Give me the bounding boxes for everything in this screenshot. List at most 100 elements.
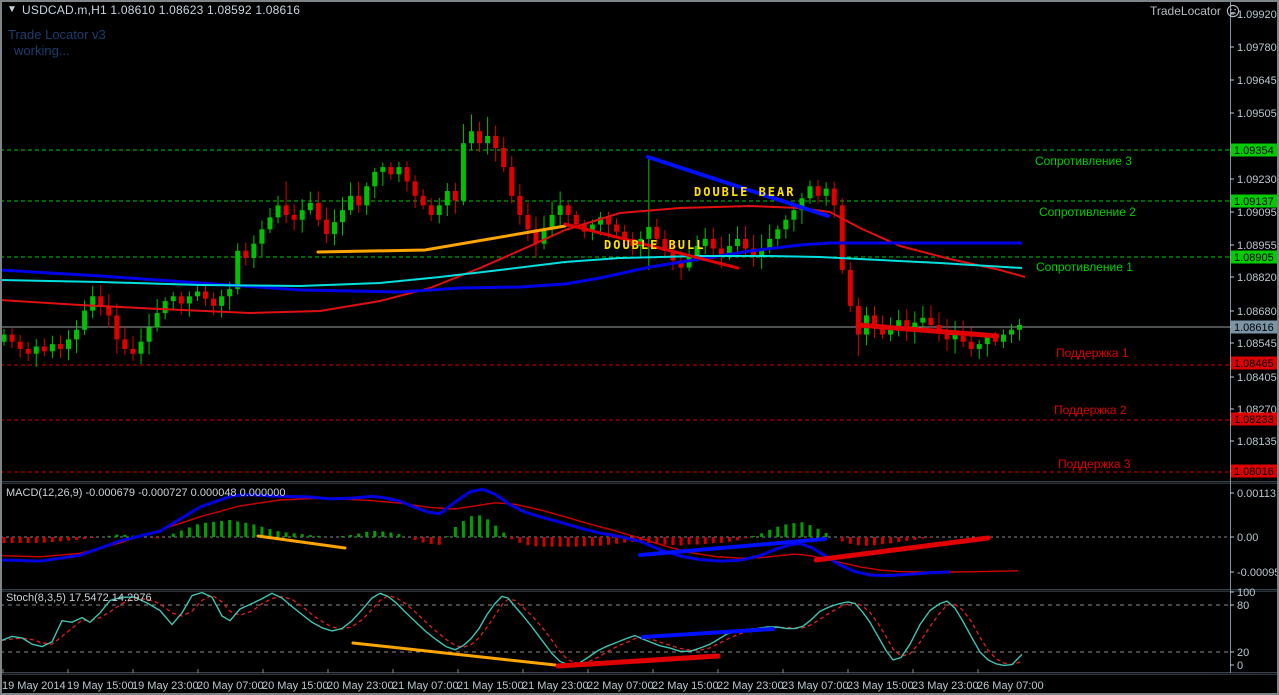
chart-title: USDCAD.m,H1 1.08610 1.08623 1.08592 1.08… (22, 3, 301, 17)
macd-histogram-bar (212, 521, 216, 537)
macd-main-line (1, 487, 951, 577)
price-tick-label: 1.08545 (1237, 338, 1277, 350)
candle-body (348, 195, 354, 211)
candle-body (444, 191, 450, 206)
macd-histogram-bar (663, 537, 667, 545)
double-bull-label: DOUBLE BULL (604, 238, 706, 252)
candle-body (331, 222, 337, 235)
macd-histogram-bar (228, 520, 232, 537)
candle-body (299, 210, 305, 220)
candle-body (170, 296, 176, 302)
macd-histogram-bar (341, 535, 345, 537)
candle-body (203, 291, 208, 299)
time-tick-label[interactable]: 23 May 15:00 (847, 680, 914, 692)
macd-histogram-bar (413, 537, 417, 541)
candle-body (114, 315, 120, 340)
macd-histogram-bar (792, 523, 796, 537)
candle-body (275, 205, 281, 218)
macd-histogram-bar (292, 533, 296, 537)
price-tick-label: 1.09920 (1237, 9, 1277, 21)
candle-body (823, 188, 829, 196)
macd-histogram-bar (695, 537, 699, 545)
macd-histogram-bar (518, 537, 522, 543)
stoch-trendline[interactable] (641, 627, 775, 639)
candle-body (468, 131, 474, 144)
macd-histogram-bar (856, 537, 860, 546)
macd-histogram-bar (445, 536, 449, 537)
time-tick-label[interactable]: 19 May 2014 (2, 680, 66, 692)
macd-trendline[interactable] (256, 534, 347, 550)
double-bear-label: DOUBLE BEAR (694, 185, 796, 199)
macd-histogram-bar (236, 521, 240, 537)
price-tick-label: 1.08955 (1237, 240, 1277, 252)
time-tick-label[interactable]: 26 May 07:00 (977, 680, 1044, 692)
candle-body (323, 219, 329, 235)
macd-histogram-bar (816, 528, 820, 537)
macd-histogram-bar (574, 537, 578, 547)
candle-body (340, 210, 346, 223)
macd-histogram-bar (494, 525, 498, 537)
macd-histogram-bar (872, 537, 876, 546)
macd-histogram-bar (929, 537, 933, 538)
time-tick-label[interactable]: 22 May 15:00 (652, 680, 719, 692)
macd-histogram-bar (421, 537, 425, 543)
candle-body (283, 205, 289, 215)
macd-histogram-bar (155, 537, 159, 539)
chart-menu-triangle-icon[interactable]: ▼ (7, 4, 17, 15)
time-tick-label[interactable]: 21 May 15:00 (457, 680, 524, 692)
time-tick-label[interactable]: 19 May 23:00 (132, 680, 199, 692)
time-tick-label[interactable]: 23 May 23:00 (912, 680, 979, 692)
candle-body (65, 339, 71, 349)
macd-histogram-bar (171, 533, 175, 537)
time-tick-label[interactable]: 21 May 07:00 (392, 680, 459, 692)
macd-histogram-bar (864, 537, 868, 546)
brand-label: TradeLocator (1150, 4, 1221, 18)
macd-histogram-bar (26, 537, 30, 543)
macd-histogram-bar (42, 537, 46, 543)
stoch-trendline[interactable] (351, 641, 557, 667)
macd-histogram-bar (719, 537, 723, 543)
macd-histogram-bar (889, 537, 893, 544)
candle-body (41, 346, 47, 352)
price-tick-label: 1.09645 (1237, 75, 1277, 87)
time-tick-label[interactable]: 19 May 15:00 (67, 680, 134, 692)
candle-body (49, 344, 55, 352)
macd-histogram-bar (848, 537, 852, 544)
macd-indicator-label: MACD(12,26,9) -0.000679 -0.000727 0.0000… (6, 487, 286, 499)
candle-body (565, 205, 571, 215)
macd-histogram-bar (284, 532, 288, 537)
time-tick-label[interactable]: 21 May 23:00 (522, 680, 589, 692)
time-tick-label[interactable]: 23 May 07:00 (782, 680, 849, 692)
macd-histogram-bar (768, 529, 772, 537)
candle-body (211, 298, 217, 306)
price-tick-label: 1.09230 (1237, 174, 1277, 186)
time-tick-label[interactable]: 22 May 07:00 (587, 680, 654, 692)
price-tick-label: 1.09095 (1237, 207, 1277, 219)
time-tick-label[interactable]: 20 May 07:00 (197, 680, 264, 692)
candle-body (291, 214, 297, 220)
candle-body (404, 167, 410, 182)
candle-body (493, 136, 499, 148)
macd-histogram-bar (727, 537, 731, 542)
time-tick-label[interactable]: 20 May 23:00 (327, 680, 394, 692)
macd-histogram-bar (897, 537, 901, 542)
resistance-3-label: Сопротивление 3 (1035, 154, 1132, 168)
macd-histogram-bar (679, 537, 683, 546)
macd-histogram-bar (534, 537, 538, 547)
macd-histogram-bar (373, 530, 377, 537)
candle-body (968, 341, 974, 349)
candle-body (90, 296, 96, 311)
candle-body (1017, 324, 1023, 330)
stoch-tick-label: 20 (1237, 647, 1249, 659)
macd-histogram-bar (75, 537, 79, 541)
candle-body (710, 238, 716, 249)
time-tick-label[interactable]: 22 May 23:00 (717, 680, 784, 692)
price-tag-label: 1.08616 (1234, 322, 1274, 334)
time-tick-label[interactable]: 20 May 15:00 (262, 680, 329, 692)
price-tick-label: 1.08820 (1237, 272, 1277, 284)
candle-body (734, 238, 740, 247)
candle-body (380, 167, 386, 172)
macd-histogram-bar (123, 534, 127, 537)
macd-histogram-bar (252, 524, 256, 537)
sma-blue-line (0, 241, 1022, 294)
